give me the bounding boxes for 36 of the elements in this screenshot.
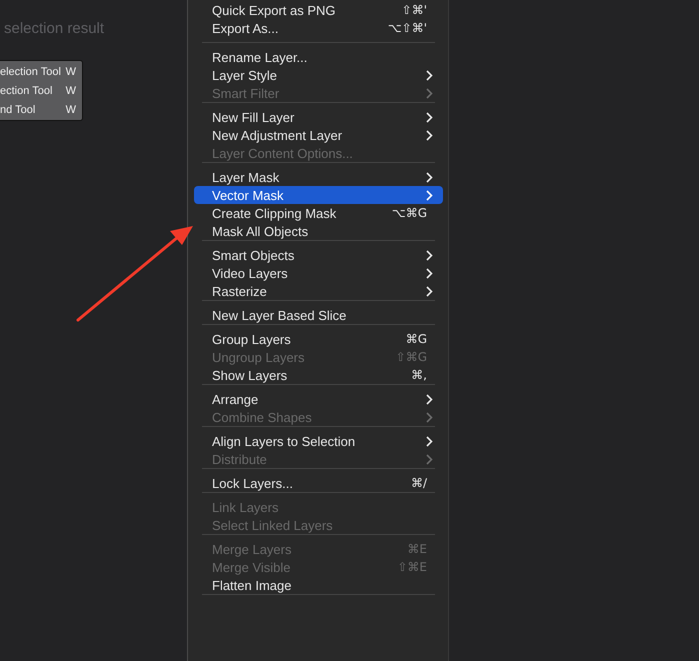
- menu-item[interactable]: Lock Layers... ⌘/: [194, 474, 443, 492]
- shortcut-text: ⇧⌘G: [396, 350, 427, 364]
- menu-item[interactable]: Rename Layer...: [194, 48, 443, 66]
- shortcut-key: W: [66, 84, 76, 96]
- shortcut-text: ⌘E: [407, 542, 427, 556]
- shortcut-text: ⌘/: [410, 476, 427, 490]
- menu-item[interactable]: Show Layers ⌘,: [194, 366, 443, 384]
- shortcut-text: ⇧⌘E: [397, 560, 427, 574]
- menu-item[interactable]: Create Clipping Mask ⌥⌘G: [194, 204, 443, 222]
- menu-item[interactable]: Vector Mask: [194, 186, 443, 204]
- shortcut-key: W: [66, 104, 76, 116]
- shortcut-text: ⌘G: [406, 332, 427, 346]
- shortcut-text: ⌥⌘G: [392, 206, 427, 220]
- menu-item[interactable]: Group Layers ⌘G: [194, 330, 443, 348]
- menu-item[interactable]: Smart Objects: [194, 246, 443, 264]
- menu-item[interactable]: Quick Export as PNG ⇧⌘': [194, 1, 443, 19]
- tool-name[interactable]: nd Tool: [0, 104, 36, 116]
- menu-item[interactable]: Video Layers: [194, 264, 443, 282]
- menu-item[interactable]: Layer Style: [194, 66, 443, 84]
- shortcut-text: ⇧⌘': [402, 3, 427, 17]
- menu-item[interactable]: Export As... ⌥⇧⌘': [194, 19, 443, 37]
- menu-item[interactable]: Mask All Objects: [194, 222, 443, 240]
- background-text: selection result: [3, 19, 106, 39]
- menu-item[interactable]: Align Layers to Selection: [194, 432, 443, 450]
- menu-item[interactable]: Layer Mask: [194, 168, 443, 186]
- shortcut-text: ⌘,: [411, 368, 427, 382]
- tool-name[interactable]: election Tool: [0, 66, 61, 78]
- menu-item[interactable]: New Adjustment Layer: [194, 126, 443, 144]
- shortcut-text: ⌥⇧⌘': [388, 21, 427, 35]
- menu-item[interactable]: New Fill Layer: [194, 108, 443, 126]
- shortcut-key: W: [66, 66, 76, 78]
- menu-item[interactable]: New Layer Based Slice: [194, 306, 443, 324]
- menu-item[interactable]: Flatten Image: [194, 576, 443, 594]
- menu-item[interactable]: Arrange: [194, 390, 443, 408]
- tool-name[interactable]: ection Tool: [0, 84, 52, 96]
- menu-item[interactable]: Rasterize: [194, 282, 443, 300]
